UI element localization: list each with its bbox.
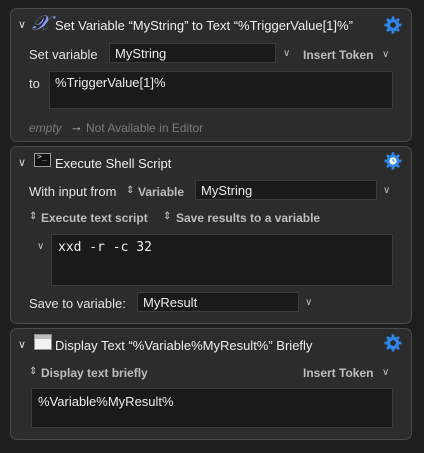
gear-icon[interactable] — [384, 16, 402, 34]
execute-mode-select[interactable]: Execute text script — [41, 211, 148, 225]
set-variable-label: Set variable — [29, 47, 98, 62]
gear-icon[interactable] — [384, 334, 402, 352]
insert-token-chevron-icon[interactable]: ∨ — [382, 367, 389, 378]
collapse-chevron-icon[interactable]: ∨ — [18, 156, 26, 169]
script-chevron-icon[interactable]: ∨ — [37, 241, 44, 252]
insert-token-chevron-icon[interactable]: ∨ — [382, 49, 389, 60]
action-display-text: ∨ Display Text “%Variable%MyResult%” Bri… — [10, 328, 412, 440]
collapse-chevron-icon[interactable]: ∨ — [18, 18, 26, 31]
action-set-variable: ∨ 𝒳 Set Variable “MyString” to Text “%Tr… — [10, 8, 412, 142]
input-variable-chevron-icon[interactable]: ∨ — [383, 185, 390, 196]
save-to-chevron-icon[interactable]: ∨ — [305, 297, 312, 308]
insert-token-button[interactable]: Insert Token — [303, 366, 373, 380]
variable-name-field[interactable]: MyString — [109, 43, 276, 63]
not-available-text: Not Available in Editor — [86, 121, 204, 135]
save-to-label: Save to variable: — [29, 296, 126, 311]
input-source-updown-icon[interactable]: ⇕ — [126, 185, 134, 196]
gear-clock-icon[interactable] — [384, 152, 402, 170]
display-mode-updown-icon[interactable]: ⇕ — [29, 366, 37, 377]
save-mode-updown-icon[interactable]: ⇕ — [163, 211, 171, 222]
save-to-variable-field[interactable]: MyResult — [137, 292, 299, 312]
input-variable-field[interactable]: MyString — [195, 180, 377, 200]
empty-label: empty — [29, 121, 62, 135]
display-text-field[interactable]: %Variable%MyResult% — [31, 388, 393, 428]
to-label: to — [29, 76, 40, 91]
insert-token-button[interactable]: Insert Token — [303, 48, 373, 62]
terminal-icon: >_ — [34, 152, 51, 167]
action-execute-shell-script: ∨ >_ Execute Shell Script With input fro… — [10, 146, 412, 324]
save-mode-select[interactable]: Save results to a variable — [176, 211, 320, 225]
action-title: Display Text “%Variable%MyResult%” Brief… — [55, 338, 313, 353]
action-title: Execute Shell Script — [55, 156, 172, 171]
execute-mode-updown-icon[interactable]: ⇕ — [29, 211, 37, 222]
variable-x-icon: 𝒳 — [32, 11, 51, 35]
window-icon — [34, 334, 52, 350]
variable-chevron-icon[interactable]: ∨ — [283, 48, 290, 59]
script-text-area[interactable]: xxd -r -c 32 — [51, 234, 393, 286]
action-title: Set Variable “MyString” to Text “%Trigge… — [55, 18, 353, 33]
arrow-right-icon: → — [70, 119, 83, 134]
input-source-select[interactable]: Variable — [138, 185, 184, 199]
with-input-label: With input from — [29, 184, 117, 199]
display-mode-select[interactable]: Display text briefly — [41, 366, 148, 380]
text-value-field[interactable]: %TriggerValue[1]% — [49, 71, 393, 109]
collapse-chevron-icon[interactable]: ∨ — [18, 338, 26, 351]
